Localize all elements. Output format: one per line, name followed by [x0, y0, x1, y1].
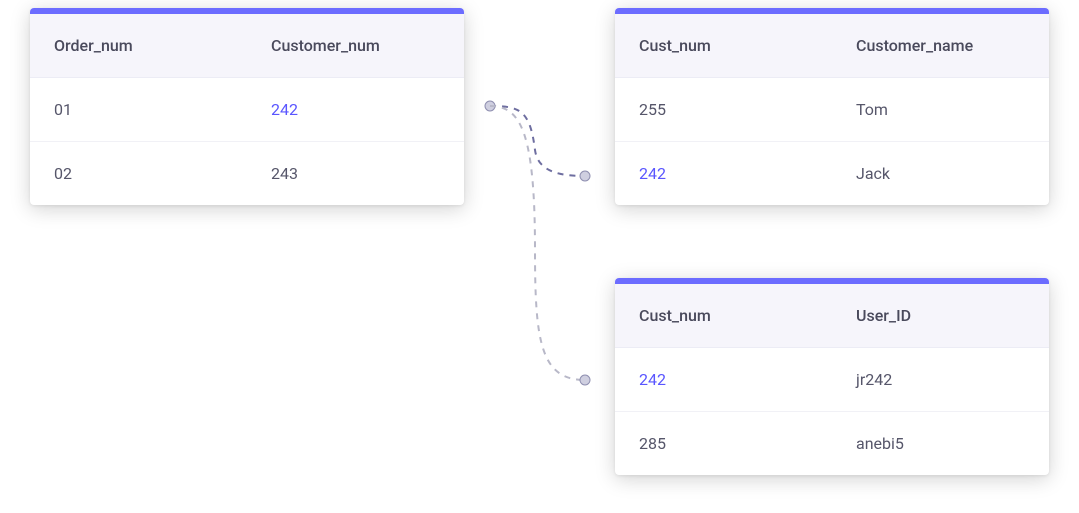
cell-order-num: 01: [30, 78, 247, 141]
cell-customer-num: 243: [247, 142, 464, 205]
table-row: 01 242: [30, 78, 464, 142]
column-header-customer-name: Customer_name: [832, 14, 1049, 77]
table-header-row: Cust_num Customer_name: [615, 14, 1049, 78]
connector-orders-users: [490, 106, 585, 380]
table-header-row: Cust_num User_ID: [615, 284, 1049, 348]
table-row: 285 anebi5: [615, 412, 1049, 475]
column-header-customer-num: Customer_num: [247, 14, 464, 77]
users-table: Cust_num User_ID 242 jr242 285 anebi5: [615, 278, 1049, 475]
table-header-row: Order_num Customer_num: [30, 14, 464, 78]
table-row: 255 Tom: [615, 78, 1049, 142]
table-row: 242 jr242: [615, 348, 1049, 412]
cell-cust-num: 255: [615, 78, 832, 141]
column-header-order-num: Order_num: [30, 14, 247, 77]
cell-user-id: jr242: [832, 348, 1049, 411]
table-row: 02 243: [30, 142, 464, 205]
connector-orders-customers: [490, 106, 585, 176]
cell-cust-num-link: 242: [615, 142, 832, 205]
table-row: 242 Jack: [615, 142, 1049, 205]
connector-node-icon: [580, 171, 590, 181]
cell-customer-name: Tom: [832, 78, 1049, 141]
orders-table: Order_num Customer_num 01 242 02 243: [30, 8, 464, 205]
cell-cust-num-link: 242: [615, 348, 832, 411]
cell-customer-num-link: 242: [247, 78, 464, 141]
column-header-user-id: User_ID: [832, 284, 1049, 347]
customers-table: Cust_num Customer_name 255 Tom 242 Jack: [615, 8, 1049, 205]
cell-cust-num: 285: [615, 412, 832, 475]
cell-customer-name: Jack: [832, 142, 1049, 205]
connector-node-icon: [485, 101, 495, 111]
cell-user-id: anebi5: [832, 412, 1049, 475]
column-header-cust-num: Cust_num: [615, 14, 832, 77]
column-header-cust-num: Cust_num: [615, 284, 832, 347]
connector-node-icon: [580, 375, 590, 385]
cell-order-num: 02: [30, 142, 247, 205]
